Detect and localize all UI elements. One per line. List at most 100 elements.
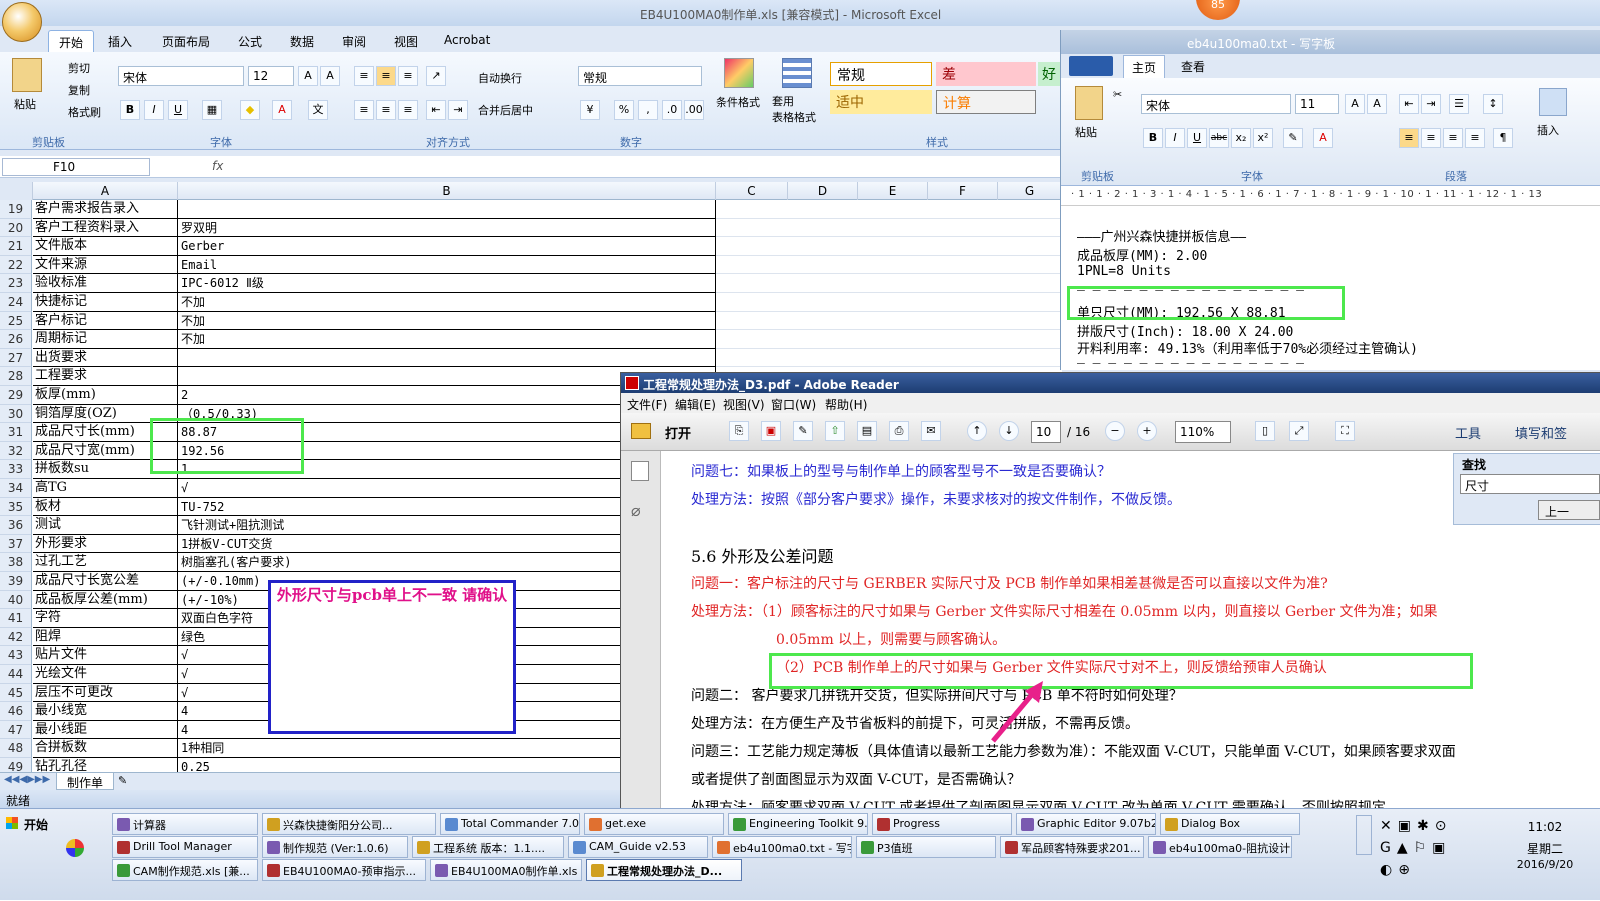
- cell-a[interactable]: 工程要求: [33, 367, 178, 386]
- cell-a[interactable]: 字符: [33, 609, 178, 628]
- tab-insert[interactable]: 插入: [98, 30, 142, 52]
- percent-icon[interactable]: %: [614, 100, 634, 120]
- taskbar-button[interactable]: Drill Tool Manager: [112, 836, 258, 858]
- cell-a[interactable]: 验收标准: [33, 274, 178, 293]
- wp-font-color-icon[interactable]: A: [1313, 128, 1333, 148]
- decrease-decimal-icon[interactable]: .00: [684, 100, 704, 120]
- wp-font-select[interactable]: 宋体: [1141, 94, 1291, 114]
- cell-empty[interactable]: [716, 219, 1062, 238]
- taskbar-button[interactable]: EB4U100MA0制作单.xls ...: [430, 859, 582, 881]
- cell-a[interactable]: 板材: [33, 497, 178, 517]
- sheet-nav-icon[interactable]: ◀◀◀▶▶▶: [4, 774, 50, 785]
- cut-button[interactable]: 剪切: [68, 60, 90, 76]
- increase-decimal-icon[interactable]: .0: [662, 100, 682, 120]
- taskbar-button[interactable]: 工程系统 版本：1.1....: [412, 836, 564, 858]
- taskbar-button[interactable]: CAM_Guide v2.53: [568, 836, 708, 858]
- row-number[interactable]: 44: [0, 665, 32, 684]
- cell-b[interactable]: 不加: [178, 293, 716, 312]
- border-icon[interactable]: ▦: [202, 100, 222, 120]
- wp-insert-picture-icon[interactable]: [1539, 88, 1567, 116]
- zoom-select[interactable]: 110%: [1175, 421, 1231, 443]
- cell-a[interactable]: 光绘文件: [33, 665, 178, 684]
- comment-note[interactable]: 外形尺寸与pcb单上不一致 请确认: [268, 580, 516, 734]
- row-number[interactable]: 35: [0, 497, 32, 517]
- tab-home[interactable]: 开始: [48, 30, 95, 52]
- row-number[interactable]: 43: [0, 646, 32, 665]
- row-number[interactable]: 24: [0, 293, 32, 312]
- select-all-corner[interactable]: [0, 182, 33, 200]
- row-number[interactable]: 36: [0, 516, 32, 535]
- align-center-icon[interactable]: ≡: [376, 100, 396, 120]
- currency-icon[interactable]: ¥: [580, 100, 600, 120]
- menu-help[interactable]: 帮助(H): [825, 396, 867, 413]
- cell-b[interactable]: 不加: [178, 330, 716, 349]
- fx-icon[interactable]: fx: [212, 159, 223, 173]
- create-pdf-icon[interactable]: ⎘: [729, 421, 749, 441]
- decrease-indent-icon[interactable]: ⇤: [426, 100, 446, 120]
- font-name-select[interactable]: 宋体: [118, 66, 244, 86]
- wp-shrink-font-icon[interactable]: A: [1367, 94, 1387, 114]
- column-header-g[interactable]: G: [998, 182, 1062, 200]
- taskbar-button[interactable]: 军品顾客特殊要求201...: [1000, 836, 1144, 858]
- column-header-e[interactable]: E: [858, 182, 928, 200]
- format-as-table-button[interactable]: 套用 表格格式: [772, 94, 816, 126]
- open-folder-icon[interactable]: [631, 423, 651, 439]
- cell-a[interactable]: 成品尺寸长宽公差: [33, 572, 178, 591]
- column-header-d[interactable]: D: [788, 182, 858, 200]
- wordpad-ruler[interactable]: · 1 · 1 · 2 · 1 · 3 · 1 · 4 · 1 · 5 · 1 …: [1061, 186, 1600, 206]
- underline-icon[interactable]: U: [168, 100, 188, 120]
- cell-b[interactable]: [178, 200, 716, 219]
- taskbar-button[interactable]: 计算器: [112, 813, 258, 835]
- cell-a[interactable]: 层压不可更改: [33, 683, 178, 703]
- cell-b[interactable]: 不加: [178, 311, 716, 331]
- copy-button[interactable]: 复制: [68, 82, 90, 98]
- cell-a[interactable]: 快捷标记: [33, 293, 178, 312]
- wp-paste-icon[interactable]: [1075, 86, 1103, 120]
- taskbar-button[interactable]: eb4u100ma0.txt - 写字板: [712, 836, 852, 858]
- format-as-table-icon[interactable]: [782, 58, 812, 88]
- cell-a[interactable]: 出货要求: [33, 348, 178, 368]
- bold-icon[interactable]: B: [120, 100, 140, 120]
- row-number[interactable]: 22: [0, 255, 32, 275]
- next-page-icon[interactable]: ↓: [999, 421, 1019, 441]
- taskbar-button[interactable]: get.exe: [584, 813, 724, 835]
- cell-a[interactable]: 成品板厚公差(mm): [33, 590, 178, 610]
- shrink-font-icon[interactable]: A: [320, 66, 340, 86]
- open-button[interactable]: 打开: [665, 423, 691, 442]
- taskbar-button[interactable]: Dialog Box: [1160, 813, 1300, 835]
- menu-window[interactable]: 窗口(W): [771, 396, 816, 413]
- cell-a[interactable]: 钻孔孔径: [33, 758, 178, 772]
- edit-icon[interactable]: ✎: [793, 421, 813, 441]
- tab-review[interactable]: 审阅: [332, 30, 376, 52]
- row-number[interactable]: 42: [0, 627, 32, 647]
- tools-button[interactable]: 工具: [1455, 423, 1481, 442]
- name-box[interactable]: F10: [2, 158, 150, 176]
- pdf-export-icon[interactable]: ▣: [761, 421, 781, 441]
- cell-a[interactable]: 合拼板数: [33, 739, 178, 758]
- wp-size-select[interactable]: 11: [1295, 94, 1339, 114]
- find-input[interactable]: 尺寸: [1460, 474, 1600, 494]
- row-number[interactable]: 32: [0, 441, 32, 461]
- cell-a[interactable]: 高TG: [33, 479, 178, 498]
- fill-color-icon[interactable]: ◆: [240, 100, 260, 120]
- fit-page-icon[interactable]: ▯: [1255, 421, 1275, 441]
- align-bottom-icon[interactable]: ≡: [398, 66, 418, 86]
- tab-formulas[interactable]: 公式: [228, 30, 272, 52]
- wp-strike-icon[interactable]: abc: [1209, 128, 1229, 148]
- row-number[interactable]: 25: [0, 311, 32, 331]
- tray-expand-icon[interactable]: [1356, 815, 1372, 855]
- taskbar-button[interactable]: Progress: [872, 813, 1012, 835]
- cell-a[interactable]: 最小线距: [33, 720, 178, 740]
- tab-acrobat[interactable]: Acrobat: [434, 30, 500, 52]
- email-icon[interactable]: ✉: [921, 421, 941, 441]
- wordpad-menu-button[interactable]: [1069, 56, 1113, 76]
- wp-align-right-icon[interactable]: ≡: [1443, 128, 1463, 148]
- taskbar-button[interactable]: eb4u100ma0-阻抗设计...: [1148, 836, 1292, 858]
- tab-page-layout[interactable]: 页面布局: [152, 30, 220, 52]
- notification-badge[interactable]: 85: [1196, 0, 1240, 20]
- save-icon[interactable]: ▤: [857, 421, 877, 441]
- align-right-icon[interactable]: ≡: [398, 100, 418, 120]
- row-number[interactable]: 33: [0, 460, 32, 479]
- taskbar-button[interactable]: Engineering Toolkit 9.0...: [728, 813, 868, 835]
- wp-paragraph-icon[interactable]: ¶: [1493, 128, 1513, 148]
